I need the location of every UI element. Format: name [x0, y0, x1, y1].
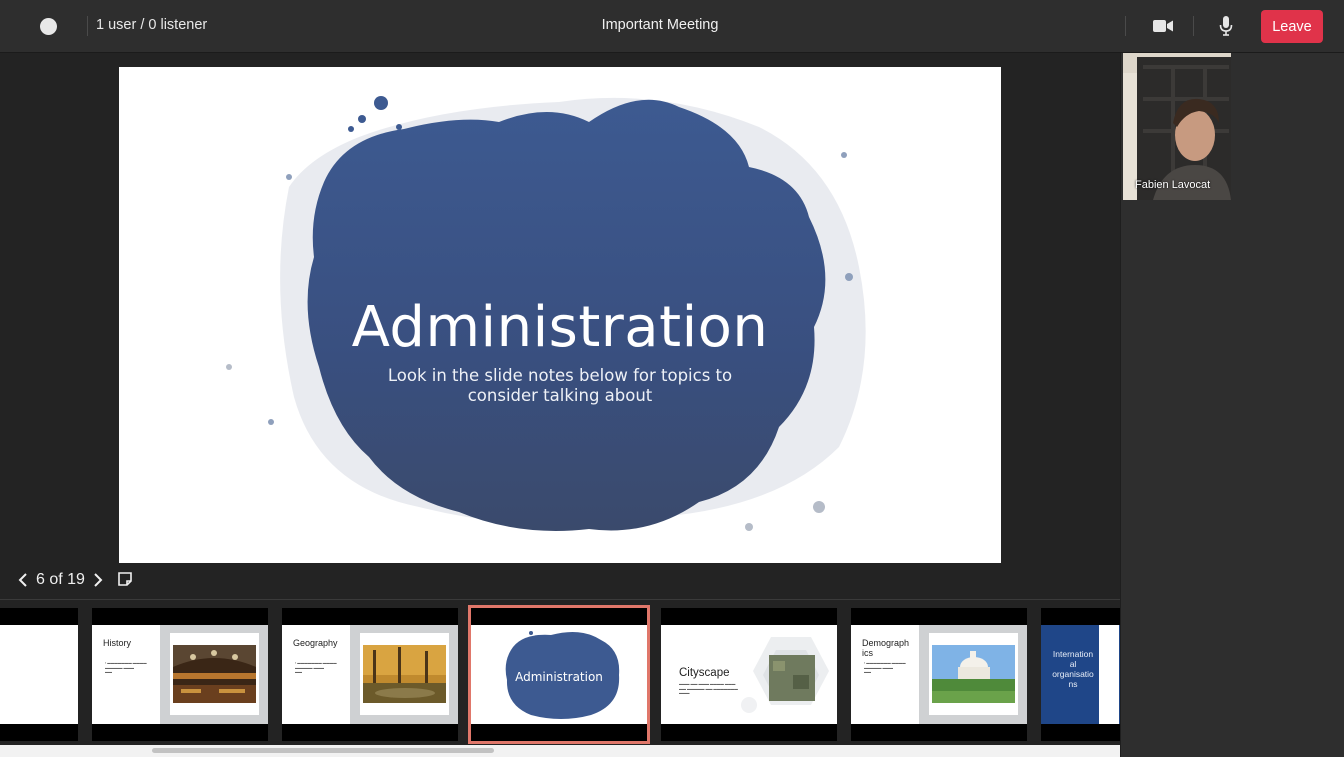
slide-thumbnail[interactable]: History ▪ ▬▬▬▬▬▬▬ ▬▬▬▬ ▬▬▬▬▬ ▬▬▬ ▬▬: [92, 608, 268, 741]
top-bar: 1 user / 0 listener Important Meeting Le…: [0, 0, 1344, 53]
thumbnail-title: Geography: [293, 638, 338, 648]
thumbnail-title: History: [103, 638, 132, 648]
notes-icon: [118, 572, 132, 586]
participant-video: [1123, 53, 1231, 200]
chevron-right-icon: [94, 573, 103, 587]
slide-subtitle: Look in the slide notes below for topics…: [387, 366, 733, 405]
previous-slide-button[interactable]: [16, 570, 30, 590]
presentation-stage: Administration Look in the slide notes b…: [0, 53, 1120, 757]
leave-button[interactable]: Leave: [1261, 10, 1323, 43]
slide-thumbnail[interactable]: [0, 608, 78, 741]
meeting-title: Important Meeting: [601, 17, 719, 33]
thumbnail-title: Internation al organisatio ns: [1052, 649, 1094, 689]
slide-title: Administration: [351, 295, 769, 360]
thumbnail-bullets: ▪ ▬▬▬▬▬▬▬ ▬▬▬▬ ▬▬▬▬▬ ▬▬▬ ▬▬: [864, 661, 906, 674]
slide-thumbnail[interactable]: Internation al organisatio ns: [1041, 608, 1120, 741]
slide-navigation: 6 of 19: [16, 570, 105, 590]
participant-name: Fabien Lavocat: [1135, 179, 1211, 191]
mic-button[interactable]: [1213, 14, 1239, 38]
thumbnail-bullets: ▪ ▬▬▬▬▬▬▬ ▬▬▬▬ ▬▬▬▬▬ ▬▬▬ ▬▬: [105, 661, 147, 674]
current-slide: Administration Look in the slide notes b…: [119, 67, 1001, 563]
chevron-left-icon: [18, 573, 27, 587]
mic-icon: [1219, 16, 1233, 36]
slide-thumbnail[interactable]: Cityscape ▬▬▬ ▬▬ ▬▬▬ ▬▬▬▬ ▬▬▬ ▬▬ ▬▬▬▬▬ ▬▬…: [661, 608, 837, 741]
slide-thumbnail-strip: History ▪ ▬▬▬▬▬▬▬ ▬▬▬▬ ▬▬▬▬▬ ▬▬▬ ▬▬ Geog…: [0, 599, 1120, 757]
participant-video-tile[interactable]: Fabien Lavocat: [1123, 53, 1231, 200]
slide-thumbnail-selected[interactable]: Administration: [468, 605, 650, 744]
thumbnail-title: Administration: [515, 670, 603, 684]
library-photo: [173, 645, 256, 703]
slide-thumbnail[interactable]: Demograph ics ▪ ▬▬▬▬▬▬▬ ▬▬▬▬ ▬▬▬▬▬ ▬▬▬ ▬▬: [851, 608, 1027, 741]
thumbnail-photo: [350, 625, 458, 724]
divider: [1125, 16, 1126, 36]
thumbnail-bullets: ▬▬▬ ▬▬ ▬▬▬ ▬▬▬▬ ▬▬▬ ▬▬ ▬▬▬▬▬ ▬▬ ▬▬▬▬▬▬▬ ▬▬…: [679, 682, 738, 695]
scrollbar-thumb[interactable]: [152, 748, 494, 753]
thumbnail-scrollbar[interactable]: [0, 745, 1120, 757]
thumbnail-title: Demograph ics: [862, 638, 910, 658]
divider: [1193, 16, 1194, 36]
thumbnail-bullets: ▪ ▬▬▬▬▬▬▬ ▬▬▬▬ ▬▬▬▬▬ ▬▬▬ ▬▬: [295, 661, 337, 674]
camera-button[interactable]: [1150, 14, 1176, 38]
sacre-coeur-photo: [932, 645, 1015, 703]
slide-thumbnail[interactable]: Geography ▪ ▬▬▬▬▬▬▬ ▬▬▬▬ ▬▬▬▬▬ ▬▬▬ ▬▬: [282, 608, 458, 741]
thumbnail-title: Cityscape: [679, 667, 730, 679]
thumbnail-photo: [160, 625, 268, 724]
slide-notes-button[interactable]: [117, 571, 133, 587]
autumn-park-photo: [363, 645, 446, 703]
thumbnail-photo: [919, 625, 1027, 724]
next-slide-button[interactable]: [91, 570, 105, 590]
participants-panel: Fabien Lavocat: [1120, 53, 1344, 757]
slide-position: 6 of 19: [36, 571, 85, 588]
camera-icon: [1153, 20, 1173, 32]
